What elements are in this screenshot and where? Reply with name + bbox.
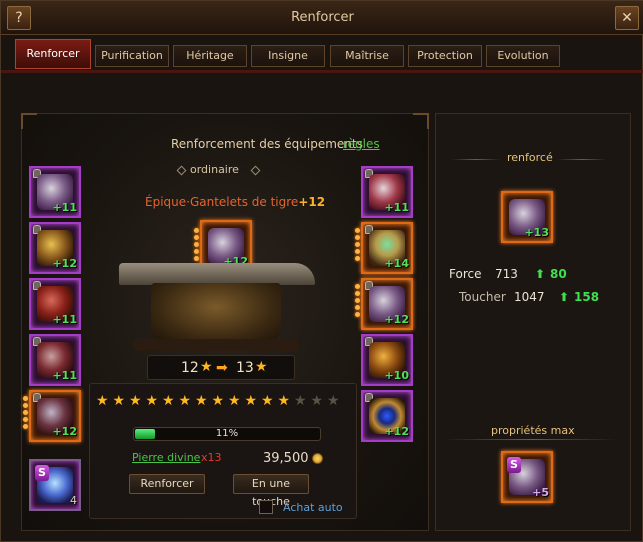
tab-maitrise[interactable]: Maîtrise — [330, 45, 404, 67]
star-icon: ★ — [294, 393, 307, 409]
rank-badge: S — [35, 465, 49, 481]
glow-dots — [23, 394, 29, 438]
slot-level: +11 — [52, 369, 77, 382]
item-name: Épique·Gantelets de tigre+12 — [145, 195, 325, 209]
slot-level: +11 — [384, 201, 409, 214]
slot-level: +11 — [52, 201, 77, 214]
star-icon: ★ — [261, 393, 274, 409]
rank-badge: S — [507, 457, 521, 473]
slot-level: +12 — [52, 257, 77, 270]
item-count: 4 — [70, 494, 77, 507]
divider — [451, 159, 501, 160]
star-icon: ★ — [112, 393, 126, 409]
star-icon: ★ — [310, 393, 324, 409]
star-icon: ★ — [96, 393, 109, 409]
star-icon: ★ — [195, 393, 208, 409]
star-icon: ★ — [255, 359, 268, 375]
title-bar: ? Renforcer ✕ — [1, 1, 643, 35]
stat-gain: 158 — [574, 290, 600, 304]
slot-helmet[interactable]: +11 — [29, 166, 81, 218]
star-icon: ★ — [178, 393, 192, 409]
slot-belt[interactable]: +11 — [29, 334, 81, 386]
auto-buy-label: Achat auto — [283, 501, 343, 514]
star-icon: ★ — [228, 393, 241, 409]
panel-corner — [21, 113, 37, 129]
one-click-button[interactable]: En une touche — [233, 474, 309, 508]
panel-heading: Renforcement des équipements — [171, 137, 363, 151]
slot-level: +12 — [52, 425, 77, 438]
divider — [557, 159, 607, 160]
progress-label: 11% — [215, 428, 239, 439]
level-change: 12 ★ ➡ 13 ★ — [147, 355, 295, 380]
level-to: 13 — [236, 360, 254, 376]
star-icon: ★ — [277, 393, 291, 409]
star-icon: ★ — [244, 393, 258, 409]
stat-name: Toucher — [459, 290, 506, 304]
slot-bracer[interactable]: +10 — [361, 334, 413, 386]
glow-dots — [355, 226, 361, 270]
slot-boots[interactable]: +12 — [29, 390, 81, 442]
item-name-level: +12 — [298, 195, 326, 209]
enhance-button[interactable]: Renforcer — [129, 474, 205, 494]
slot-armor[interactable]: +11 — [29, 278, 81, 330]
tab-renforcer[interactable]: Renforcer — [15, 39, 91, 69]
auto-buy-checkbox[interactable] — [259, 500, 273, 514]
arrow-right-icon: ➡ — [216, 360, 228, 376]
star-icon: ★ — [162, 393, 175, 409]
tab-evolution[interactable]: Evolution — [486, 45, 560, 67]
max-properties-label: propriétés max — [491, 424, 575, 437]
tab-insigne[interactable]: Insigne — [251, 45, 325, 67]
slot-shoulder[interactable]: +11 — [361, 166, 413, 218]
stat-value: 1047 — [514, 290, 545, 304]
item-name-text: Épique·Gantelets de tigre — [145, 195, 299, 209]
gold-cost: 39,500 — [263, 451, 309, 466]
rules-link[interactable]: règles — [343, 137, 380, 151]
tab-underline — [1, 70, 643, 73]
max-item-level: +5 — [532, 486, 549, 499]
slot-amulet[interactable]: +14 — [361, 222, 413, 274]
max-item-slot[interactable]: S +5 — [501, 451, 553, 503]
slot-necklace[interactable]: +12 — [29, 222, 81, 274]
window-title: Renforcer — [291, 10, 354, 25]
gold-coin-icon — [312, 453, 323, 464]
anvil-body — [151, 283, 281, 343]
tab-protection[interactable]: Protection — [408, 45, 482, 67]
stone-link[interactable]: Pierre divine — [132, 451, 200, 464]
stone-multiplier: x13 — [201, 451, 222, 464]
arrow-up-icon: ⬆ — [535, 267, 546, 281]
enhanced-item-level: +13 — [524, 226, 549, 239]
star-icon: ★ — [145, 393, 159, 409]
glow-dots — [355, 282, 361, 326]
enhanced-item-slot[interactable]: +13 — [501, 191, 553, 243]
star-icon: ★ — [327, 393, 340, 409]
stat-name: Force — [449, 267, 482, 281]
arrow-up-icon: ⬆ — [559, 290, 570, 304]
anvil-icon — [119, 263, 315, 285]
divider — [445, 439, 617, 440]
panel-corner — [413, 113, 429, 129]
tab-purification[interactable]: Purification — [95, 45, 169, 67]
star-icon: ★ — [129, 393, 142, 409]
stat-value: 713 — [495, 267, 518, 281]
slot-level: +10 — [384, 369, 409, 382]
tab-heritage[interactable]: Héritage — [173, 45, 247, 67]
enhanced-label: renforcé — [507, 151, 553, 164]
close-button[interactable]: ✕ — [615, 6, 639, 30]
star-icon: ★ — [200, 359, 213, 375]
slot-level: +11 — [52, 313, 77, 326]
slot-gauntlets[interactable]: +12 — [361, 278, 413, 330]
quality-label: ordinaire — [190, 163, 239, 176]
enhance-window: ? Renforcer ✕ Renforcer Purification Hér… — [0, 0, 643, 542]
slot-level: +14 — [384, 257, 409, 270]
progress-bar: 11% — [133, 427, 321, 441]
star-icon: ★ — [211, 393, 225, 409]
anvil-base — [133, 339, 299, 351]
slot-wings[interactable]: S 4 — [29, 459, 81, 511]
slot-level: +12 — [384, 425, 409, 438]
stat-gain: 80 — [550, 267, 567, 281]
slot-level: +12 — [384, 313, 409, 326]
slot-ring[interactable]: +12 — [361, 390, 413, 442]
level-from: 12 — [181, 360, 199, 376]
